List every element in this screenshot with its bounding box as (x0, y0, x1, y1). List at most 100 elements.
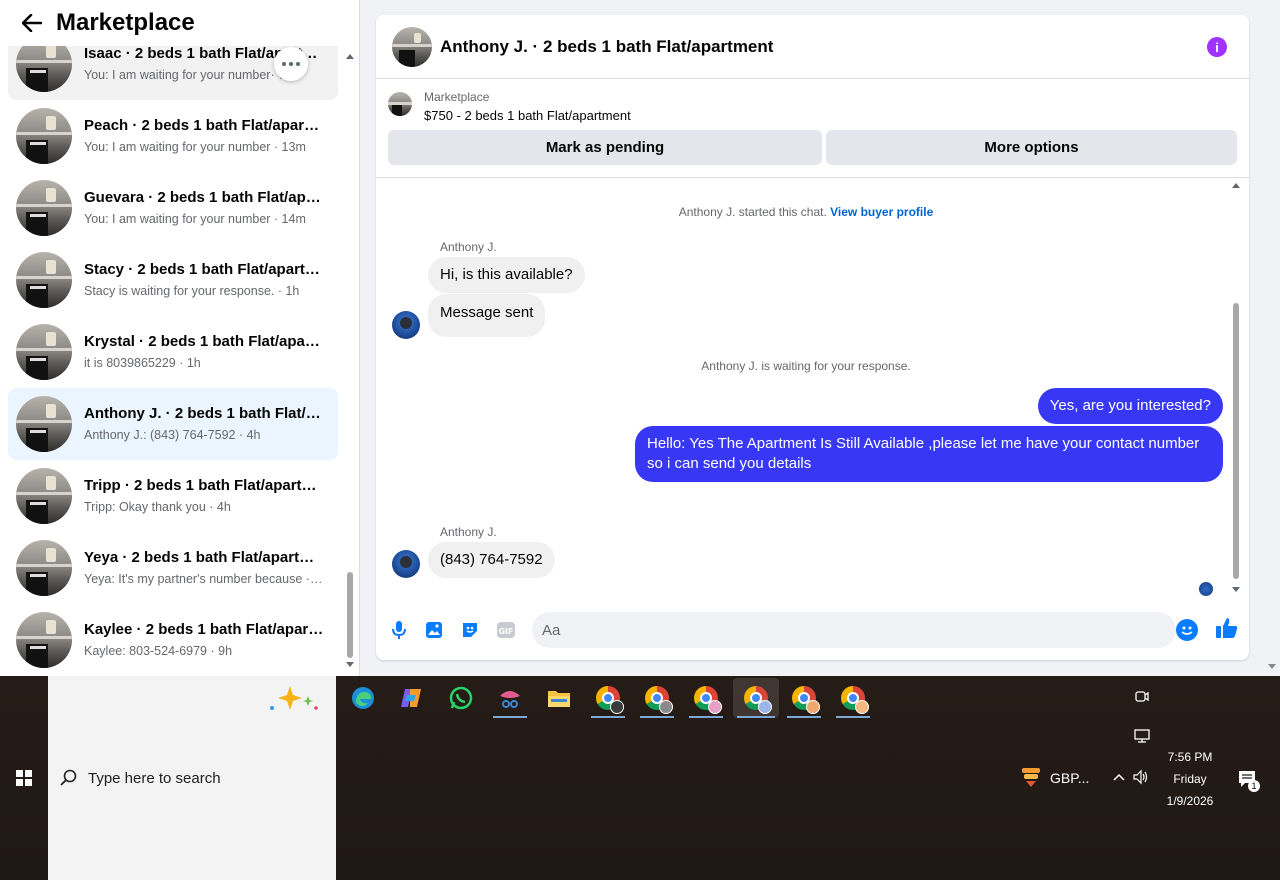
conversation-item[interactable]: Yeya · 2 beds 1 bath Flat/apartment Yeya… (8, 532, 338, 604)
sender-name: Anthony J. (440, 525, 497, 539)
emoji-icon[interactable] (1176, 619, 1198, 641)
conversation-name: Yeya · 2 beds 1 bath Flat/apartment (84, 549, 324, 566)
sender-avatar[interactable] (392, 550, 420, 578)
back-arrow-icon[interactable] (20, 11, 44, 35)
chat-panel: Anthony J. · 2 beds 1 bath Flat/apartmen… (376, 15, 1249, 660)
clock-day: Friday (1173, 772, 1207, 786)
message-thread: Anthony J. started this chat. View buyer… (376, 178, 1249, 608)
chat-header: Anthony J. · 2 beds 1 bath Flat/apartmen… (376, 15, 1249, 79)
incoming-message[interactable]: (843) 764-7592 (428, 542, 555, 578)
sender-avatar[interactable] (392, 311, 420, 339)
conversation-item[interactable]: Peach · 2 beds 1 bath Flat/apartment You… (8, 100, 338, 172)
scroll-up-arrow-icon[interactable] (346, 54, 354, 59)
listing-avatar (16, 468, 72, 524)
file-explorer-app[interactable] (538, 678, 580, 718)
listing-thumbnail (388, 92, 412, 116)
chat-scrollbar[interactable] (1231, 183, 1241, 595)
taskbar-clock[interactable]: 7:56 PM Friday 1/9/2026 (1160, 746, 1220, 812)
chrome-icon (841, 686, 869, 714)
edge-app[interactable] (342, 678, 384, 718)
currency-widget-text[interactable]: GBP... (1050, 770, 1089, 786)
mark-as-pending-button[interactable]: Mark as pending (388, 130, 822, 165)
conversation-item[interactable]: Krystal · 2 beds 1 bath Flat/apartment i… (8, 316, 338, 388)
page-title: Marketplace (56, 9, 195, 36)
chat-avatar[interactable] (392, 26, 432, 67)
conversation-preview: Yeya: It's my partner's number because ·… (84, 572, 324, 586)
currency-widget-icon[interactable] (1020, 766, 1042, 788)
listing-avatar (16, 252, 72, 308)
more-options-button[interactable] (274, 47, 308, 81)
conversation-name: Anthony J. · 2 beds 1 bath Flat/apartmen… (84, 405, 324, 422)
listing-avatar (16, 180, 72, 236)
search-input[interactable] (88, 766, 308, 790)
taskbar-search[interactable] (48, 676, 336, 880)
search-icon (60, 769, 77, 786)
scroll-down-arrow-icon[interactable] (1232, 587, 1240, 592)
info-icon[interactable]: i (1207, 37, 1227, 57)
scrollbar-thumb[interactable] (1233, 303, 1239, 579)
windows-logo-icon (16, 770, 32, 786)
view-buyer-profile-link[interactable]: View buyer profile (830, 205, 933, 219)
message-input[interactable] (542, 612, 1142, 648)
start-button[interactable] (0, 676, 48, 880)
incoming-message[interactable]: Message sent (428, 294, 546, 337)
conversation-item[interactable]: Kaylee · 2 beds 1 bath Flat/apartment Ka… (8, 604, 338, 676)
whatsapp-app[interactable] (440, 678, 482, 718)
conversation-item[interactable]: Tripp · 2 beds 1 bath Flat/apartment Tri… (8, 460, 338, 532)
gif-icon[interactable]: GIF (495, 619, 517, 641)
chat-started-notice: Anthony J. started this chat. View buyer… (376, 205, 1236, 219)
outgoing-message[interactable]: Hello: Yes The Apartment Is Still Availa… (635, 426, 1223, 482)
photo-icon[interactable] (423, 619, 445, 641)
read-receipt-avatar (1199, 582, 1213, 596)
sticker-icon[interactable] (459, 619, 481, 641)
listing-avatar (16, 324, 72, 380)
conversation-item[interactable]: Guevara · 2 beds 1 bath Flat/apartment Y… (8, 172, 338, 244)
scroll-up-arrow-icon[interactable] (1232, 183, 1240, 188)
page-scroll-down-arrow-icon[interactable] (1268, 664, 1276, 669)
snipping-tool-app[interactable] (489, 678, 531, 718)
scrollbar-thumb[interactable] (347, 572, 353, 658)
conversation-preview: Anthony J.: (843) 764-7592 · 4h (84, 428, 261, 442)
svg-text:GIF: GIF (498, 627, 513, 636)
windows-taskbar: GBP... 7:56 PM Friday 1/9/2026 1 (0, 676, 1280, 880)
copilot-icon (401, 689, 421, 707)
sender-name: Anthony J. (440, 240, 497, 254)
running-indicator (640, 716, 674, 718)
listing-summary[interactable]: Marketplace $750 - 2 beds 1 bath Flat/ap… (388, 88, 1238, 128)
conversation-item[interactable]: Stacy · 2 beds 1 bath Flat/apartment Sta… (8, 244, 338, 316)
chrome-window-active[interactable] (733, 678, 779, 718)
meet-now-icon[interactable] (1134, 688, 1150, 704)
chrome-window-3[interactable] (685, 678, 727, 718)
chrome-window-1[interactable] (587, 678, 629, 718)
incoming-message[interactable]: Hi, is this available? (428, 257, 585, 293)
conversation-item-selected[interactable]: Anthony J. · 2 beds 1 bath Flat/apartmen… (8, 388, 338, 460)
conversation-name: Guevara · 2 beds 1 bath Flat/apartment (84, 189, 324, 206)
conversation-preview: Kaylee: 803-524-6979 · 9h (84, 644, 233, 658)
listing-title: $750 - 2 beds 1 bath Flat/apartment (424, 108, 631, 123)
network-icon[interactable] (1134, 728, 1150, 744)
sidebar-scrollbar[interactable] (345, 46, 355, 676)
listing-avatar (16, 396, 72, 452)
conversation-name: Krystal · 2 beds 1 bath Flat/apartment (84, 333, 324, 350)
running-indicator (836, 716, 870, 718)
listing-avatar (16, 612, 72, 668)
chrome-window-2[interactable] (636, 678, 678, 718)
copilot-app[interactable] (390, 678, 432, 718)
chevron-up-icon[interactable] (1112, 770, 1126, 784)
volume-icon[interactable] (1132, 768, 1150, 786)
chrome-window-6[interactable] (832, 678, 874, 718)
chat-title[interactable]: Anthony J. · 2 beds 1 bath Flat/apartmen… (440, 37, 773, 57)
chrome-icon (792, 686, 820, 714)
thumbs-up-icon[interactable] (1214, 615, 1240, 641)
message-composer: GIF (376, 611, 1249, 651)
chrome-icon (744, 686, 772, 714)
listing-avatar (16, 540, 72, 596)
sparkle-icon[interactable] (266, 684, 326, 714)
scroll-down-arrow-icon[interactable] (346, 662, 354, 667)
microphone-icon[interactable] (388, 619, 410, 641)
conversation-name: Kaylee · 2 beds 1 bath Flat/apartment (84, 621, 324, 638)
edge-icon (352, 687, 374, 709)
chrome-window-5[interactable] (783, 678, 825, 718)
outgoing-message[interactable]: Yes, are you interested? (1037, 388, 1223, 424)
more-options-button[interactable]: More options (826, 130, 1237, 165)
